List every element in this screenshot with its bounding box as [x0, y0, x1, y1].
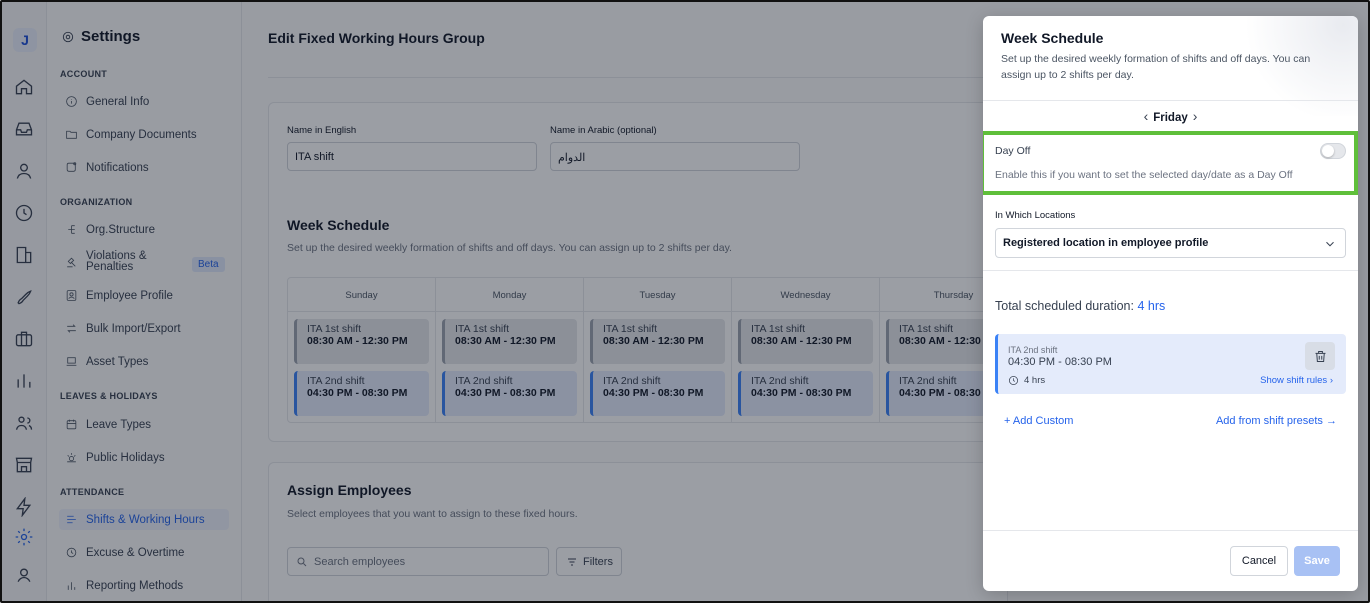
- chevron-left-icon[interactable]: ‹: [1144, 108, 1149, 124]
- day-off-label: Day Off: [995, 145, 1031, 157]
- locations-label: In Which Locations: [995, 210, 1076, 221]
- shift-time: 04:30 PM - 08:30 PM: [1008, 356, 1112, 368]
- add-custom-button[interactable]: + Add Custom: [1004, 415, 1073, 427]
- arrow-right-icon: →: [1322, 415, 1337, 427]
- clock-icon: [1009, 376, 1018, 385]
- locations-select[interactable]: Registered location in employee profile: [995, 228, 1346, 258]
- save-button[interactable]: Save: [1294, 546, 1340, 576]
- day-off-toggle[interactable]: [1320, 143, 1346, 159]
- day-off-description: Enable this if you want to set the selec…: [995, 169, 1293, 181]
- app-frame: J Settings ACCOUNT General Info Company …: [0, 0, 1370, 603]
- divider: [983, 270, 1358, 271]
- divider: [983, 100, 1358, 101]
- day-off-highlight: [983, 131, 1358, 195]
- shift-name: ITA 2nd shift: [1008, 345, 1058, 355]
- current-day: Friday: [1153, 112, 1188, 124]
- cancel-button[interactable]: Cancel: [1230, 546, 1288, 576]
- total-duration-value: 4 hrs: [1137, 299, 1166, 313]
- day-selector: ‹ Friday ›: [983, 108, 1358, 124]
- trash-icon: [1315, 350, 1325, 362]
- plus-icon: +: [1004, 415, 1013, 427]
- week-schedule-modal: Week Schedule Set up the desired weekly …: [983, 16, 1358, 591]
- modal-title: Week Schedule: [1001, 30, 1104, 46]
- chevron-down-icon: [1326, 241, 1334, 247]
- modal-description: Set up the desired weekly formation of s…: [1001, 53, 1311, 81]
- add-from-presets-button[interactable]: Add from shift presets →: [1216, 415, 1337, 427]
- total-duration: Total scheduled duration: 4 hrs: [995, 299, 1166, 313]
- show-shift-rules-link[interactable]: Show shift rules ›: [1260, 375, 1333, 386]
- shift-duration: 4 hrs: [1008, 375, 1045, 386]
- delete-shift-button[interactable]: [1305, 342, 1335, 370]
- divider: [983, 530, 1358, 531]
- shift-card[interactable]: ITA 2nd shift 04:30 PM - 08:30 PM 4 hrs …: [995, 334, 1346, 394]
- chevron-right-icon[interactable]: ›: [1193, 108, 1198, 124]
